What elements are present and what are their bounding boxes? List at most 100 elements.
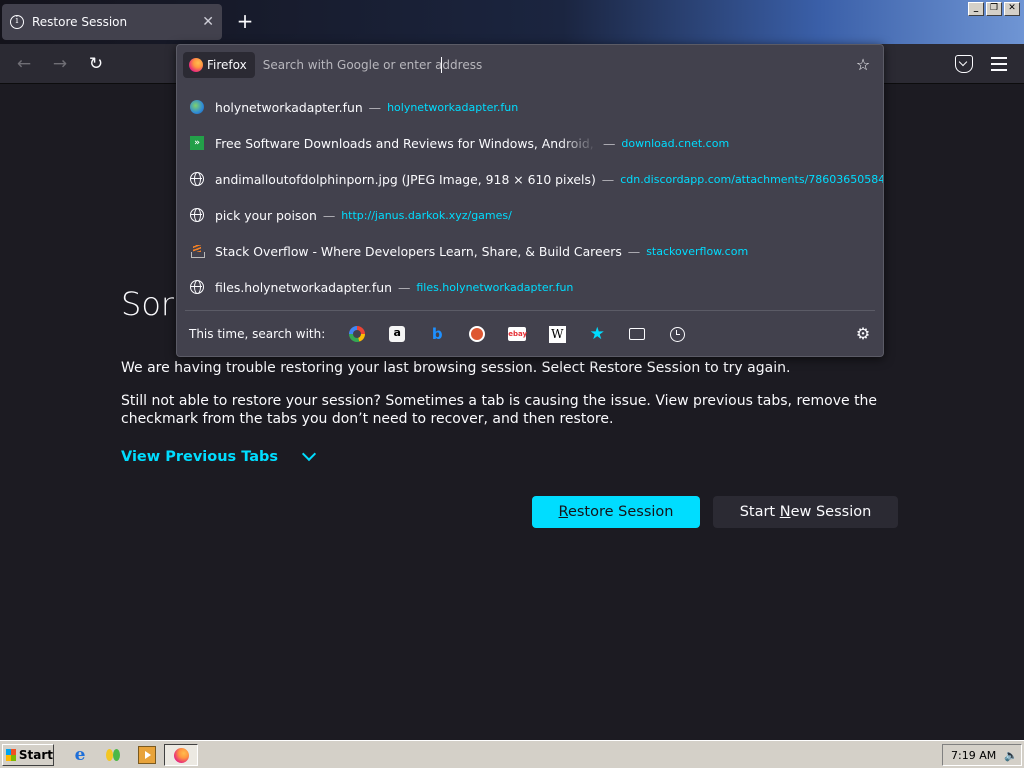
google-engine-button[interactable] bbox=[347, 324, 367, 344]
result-separator: — bbox=[322, 207, 336, 223]
firefox-logo-icon bbox=[189, 58, 203, 72]
restore-session-button[interactable]: Restore Session bbox=[532, 496, 700, 528]
ebay-icon: ebay bbox=[508, 327, 527, 341]
divider bbox=[185, 310, 875, 311]
accesskey-n: N bbox=[779, 504, 791, 520]
urlbar-dropdown: Firefox ☆ holynetworkadapter.fun — holyn… bbox=[176, 44, 884, 357]
result-url: http://janus.darkok.xyz/games/ bbox=[341, 208, 512, 222]
trouble-message: We are having trouble restoring your las… bbox=[121, 360, 791, 376]
amazon-engine-button[interactable]: a bbox=[387, 324, 407, 344]
restore-label-rest: estore Session bbox=[567, 504, 674, 520]
tab-restore-session[interactable]: i Restore Session ✕ bbox=[2, 4, 222, 40]
search-settings-gear-icon[interactable]: ⚙ bbox=[853, 324, 873, 344]
result-row[interactable]: Stack Overflow - Where Developers Learn,… bbox=[177, 233, 883, 269]
tab-icon bbox=[629, 328, 646, 340]
text-caret bbox=[441, 57, 442, 73]
duckduckgo-engine-button[interactable] bbox=[467, 324, 487, 344]
globe-icon bbox=[189, 207, 205, 223]
history-search-button[interactable] bbox=[667, 324, 687, 344]
hamburger-menu-icon[interactable] bbox=[991, 57, 1007, 71]
bing-icon: b bbox=[431, 325, 443, 343]
reload-button[interactable]: ↻ bbox=[84, 52, 108, 76]
taskbar-firefox-button[interactable] bbox=[164, 744, 198, 766]
restore-window-button[interactable]: ❐ bbox=[986, 2, 1002, 16]
result-separator: — bbox=[601, 171, 615, 187]
forward-button[interactable]: → bbox=[48, 52, 72, 76]
minimize-button[interactable]: _ bbox=[968, 2, 984, 16]
result-row[interactable]: » Free Software Downloads and Reviews fo… bbox=[177, 125, 883, 161]
internet-explorer-icon[interactable]: e bbox=[71, 746, 89, 764]
result-title: andimalloutofdolphinporn.jpg (JPEG Image… bbox=[215, 171, 596, 187]
tab-strip: i Restore Session ✕ + _ ❐ ✕ bbox=[0, 0, 1024, 44]
earth-favicon-icon bbox=[189, 99, 205, 115]
windows-logo-icon bbox=[6, 749, 16, 761]
new-session-label-start: Start bbox=[739, 504, 780, 520]
one-off-search-bar: This time, search with: a b ebay W ★ ⚙ bbox=[177, 317, 883, 351]
view-previous-tabs-label: View Previous Tabs bbox=[121, 449, 279, 465]
system-tray: 7:19 AM 🔈 bbox=[942, 744, 1022, 766]
search-with-label: This time, search with: bbox=[189, 327, 326, 341]
result-url: download.cnet.com bbox=[621, 136, 730, 150]
result-row[interactable]: pick your poison — http://janus.darkok.x… bbox=[177, 197, 883, 233]
identity-label: Firefox bbox=[207, 58, 247, 72]
globe-icon bbox=[189, 279, 205, 295]
new-session-label-rest: ew Session bbox=[790, 504, 872, 520]
result-url: stackoverflow.com bbox=[646, 244, 749, 258]
result-separator: — bbox=[627, 243, 641, 259]
firefox-logo-icon bbox=[173, 747, 189, 763]
result-title: holynetworkadapter.fun bbox=[215, 99, 363, 115]
result-title: files.holynetworkadapter.fun bbox=[215, 279, 392, 295]
urlbar: Firefox ☆ bbox=[183, 51, 877, 79]
cnet-favicon-icon: » bbox=[189, 135, 205, 151]
still-not-able-message: Still not able to restore your session? … bbox=[121, 393, 878, 427]
amazon-icon: a bbox=[389, 326, 406, 342]
bookmark-star-icon[interactable]: ☆ bbox=[853, 55, 873, 75]
urlbar-results: holynetworkadapter.fun — holynetworkadap… bbox=[177, 89, 883, 305]
result-separator: — bbox=[368, 99, 382, 115]
google-icon bbox=[349, 326, 366, 342]
back-button[interactable]: ← bbox=[12, 52, 36, 76]
identity-box[interactable]: Firefox bbox=[183, 52, 255, 78]
result-title: Free Software Downloads and Reviews for … bbox=[215, 135, 597, 151]
speaker-icon[interactable]: 🔈 bbox=[1004, 749, 1018, 762]
stackoverflow-favicon-icon bbox=[189, 243, 205, 259]
clock: 7:19 AM bbox=[951, 748, 997, 762]
result-title: pick your poison bbox=[215, 207, 317, 223]
result-row[interactable]: holynetworkadapter.fun — holynetworkadap… bbox=[177, 89, 883, 125]
address-input[interactable] bbox=[254, 52, 853, 78]
messenger-icon[interactable] bbox=[104, 746, 122, 764]
history-clock-icon bbox=[669, 326, 685, 342]
tabs-search-button[interactable] bbox=[627, 324, 647, 344]
info-icon: i bbox=[10, 15, 24, 29]
result-title: Stack Overflow - Where Developers Learn,… bbox=[215, 243, 622, 259]
wikipedia-engine-button[interactable]: W bbox=[547, 324, 567, 344]
ebay-engine-button[interactable]: ebay bbox=[507, 324, 527, 344]
new-tab-button[interactable]: + bbox=[234, 10, 256, 32]
result-row[interactable]: andimalloutofdolphinporn.jpg (JPEG Image… bbox=[177, 161, 883, 197]
result-url: cdn.discordapp.com/attachments/786036505… bbox=[620, 172, 883, 186]
globe-icon bbox=[189, 171, 205, 187]
tab-close-icon[interactable]: ✕ bbox=[202, 14, 214, 30]
accesskey-r: R bbox=[558, 504, 568, 520]
windows-taskbar: Start e 7:19 AM 🔈 bbox=[0, 740, 1024, 768]
start-label: Start bbox=[18, 748, 53, 762]
result-separator: — bbox=[603, 135, 616, 151]
result-url: holynetworkadapter.fun bbox=[387, 100, 519, 114]
bookmark-star-filled-icon: ★ bbox=[589, 324, 605, 344]
start-new-session-button[interactable]: Start New Session bbox=[713, 496, 898, 528]
pocket-icon[interactable] bbox=[955, 55, 973, 73]
window-controls: _ ❐ ✕ bbox=[968, 2, 1020, 16]
chevron-down-icon bbox=[301, 446, 317, 462]
tab-title: Restore Session bbox=[32, 15, 128, 29]
duckduckgo-icon bbox=[469, 326, 486, 342]
wikipedia-icon: W bbox=[548, 325, 566, 343]
media-player-icon[interactable] bbox=[138, 746, 156, 764]
bookmarks-search-button[interactable]: ★ bbox=[587, 324, 607, 344]
result-row[interactable]: files.holynetworkadapter.fun — files.hol… bbox=[177, 269, 883, 305]
start-button[interactable]: Start bbox=[2, 744, 54, 766]
view-previous-tabs-toggle[interactable]: View Previous Tabs bbox=[121, 446, 317, 465]
result-url: files.holynetworkadapter.fun bbox=[416, 280, 574, 294]
bing-engine-button[interactable]: b bbox=[427, 324, 447, 344]
result-separator: — bbox=[397, 279, 411, 295]
close-window-button[interactable]: ✕ bbox=[1004, 2, 1020, 16]
